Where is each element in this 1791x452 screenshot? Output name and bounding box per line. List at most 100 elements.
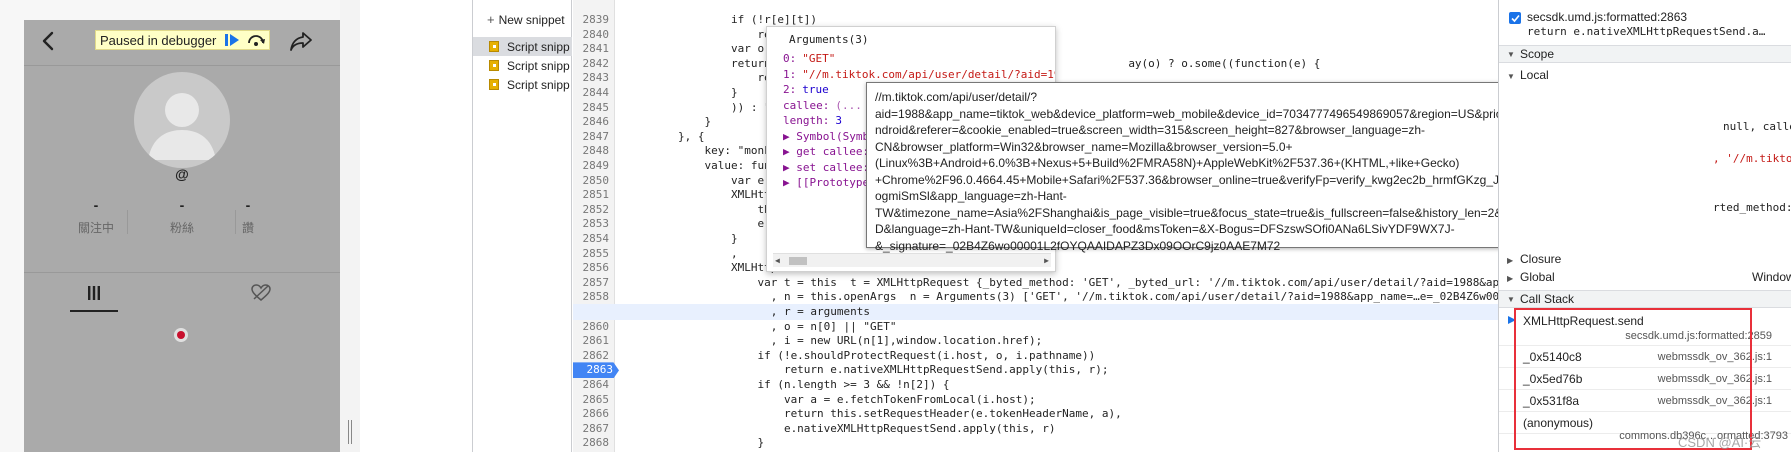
line-number[interactable]: 2860: [573, 319, 615, 335]
line-number[interactable]: 2841: [573, 41, 615, 57]
line-number[interactable]: 2868: [573, 435, 615, 451]
code-line[interactable]: var e =: [625, 173, 777, 189]
code-line[interactable]: e.n: [625, 216, 777, 232]
resume-icon[interactable]: [221, 31, 243, 49]
resize-handle[interactable]: [348, 420, 352, 444]
code-line[interactable]: , o = n[0] || "GET": [625, 319, 897, 335]
code-line[interactable]: , n = this.openArgs n = Arguments(3) ['G…: [625, 289, 1498, 305]
code-line[interactable]: , r = arguments: [573, 304, 1498, 320]
line-number[interactable]: 2847: [573, 129, 615, 145]
code-line[interactable]: }: [625, 85, 738, 101]
code-line[interactable]: var a = e.fetchTokenFromLocal(i.host);: [625, 392, 1036, 408]
line-number[interactable]: 2848: [573, 143, 615, 159]
callstack-frame[interactable]: (anonymous) commons.db396c…ormatted:3793: [1499, 412, 1791, 442]
code-line[interactable]: }: [625, 231, 738, 247]
callstack-frame[interactable]: XMLHttpRequest.send secsdk.umd.js:formatt…: [1499, 310, 1791, 346]
line-number[interactable]: 2843: [573, 70, 615, 86]
line-number[interactable]: 2853: [573, 216, 615, 232]
closure-scope-row[interactable]: ▶ Closure: [1507, 252, 1561, 266]
code-line[interactable]: e.nativeXMLHttpRequestSend.apply(this, r…: [625, 421, 1056, 437]
line-number[interactable]: 2854: [573, 231, 615, 247]
line-number[interactable]: 2849: [573, 158, 615, 174]
line-number[interactable]: 2852: [573, 202, 615, 218]
code-line[interactable]: ret: [625, 70, 777, 86]
videos-grid-tab-icon[interactable]: [70, 276, 118, 310]
code-line[interactable]: ,: [625, 246, 738, 262]
code-line[interactable]: }: [625, 114, 711, 130]
frame-location[interactable]: webmssdk_ov_362.js:1: [1658, 395, 1772, 407]
argument-entry[interactable]: length: 3: [783, 113, 842, 128]
code-line[interactable]: if (!e.shouldProtectRequest(i.host, o, i…: [625, 348, 1095, 364]
line-number[interactable]: 2851: [573, 187, 615, 203]
argument-entry[interactable]: ▶ [[Prototype]: [783, 175, 876, 190]
snippet-item[interactable]: Script snipp: [473, 75, 572, 94]
code-line[interactable]: return this.setRequestHeader(e.tokenHead…: [625, 406, 1122, 422]
new-snippet-button[interactable]: + New snippet: [487, 12, 565, 27]
argument-entry[interactable]: 2: true: [783, 82, 829, 97]
back-arrow-icon[interactable]: [36, 28, 62, 54]
stat-followers[interactable]: - 粉絲: [146, 197, 218, 236]
code-line[interactable]: return e.nativeXMLHttpRequestSend.apply(…: [625, 362, 1109, 378]
argument-entry[interactable]: callee: (...: [783, 98, 862, 113]
line-number[interactable]: 2850: [573, 173, 615, 189]
line-number[interactable]: 2844: [573, 85, 615, 101]
scroll-thumb[interactable]: [789, 257, 807, 265]
code-line[interactable]: key: "monke: [625, 143, 777, 159]
share-icon[interactable]: [286, 28, 316, 54]
line-number[interactable]: 2857: [573, 275, 615, 291]
snippet-item[interactable]: Script snipp: [473, 37, 572, 56]
breakpoint-line-number[interactable]: 2863: [573, 362, 619, 379]
frame-location[interactable]: webmssdk_ov_362.js:1: [1658, 373, 1772, 385]
breakpoint-checkbox[interactable]: [1509, 12, 1521, 24]
local-scope-row[interactable]: ▼ Local: [1507, 68, 1549, 82]
code-line[interactable]: thi: [625, 202, 777, 218]
line-number[interactable]: 2867: [573, 421, 615, 437]
line-number[interactable]: 2855: [573, 246, 615, 262]
line-number[interactable]: 2861: [573, 333, 615, 349]
line-number[interactable]: 2858: [573, 289, 615, 305]
code-line[interactable]: ret: [625, 27, 777, 43]
line-number[interactable]: 2862: [573, 348, 615, 364]
line-number[interactable]: 2845: [573, 100, 615, 116]
stat-likes[interactable]: - 讚: [212, 197, 284, 236]
callstack-frame[interactable]: _0x531f8a webmssdk_ov_362.js:1: [1499, 390, 1791, 412]
line-number[interactable]: 2865: [573, 392, 615, 408]
argument-entry[interactable]: ▶ set callee:: [783, 160, 869, 175]
line-number[interactable]: 2856: [573, 260, 615, 276]
code-line[interactable]: var o =: [625, 41, 777, 57]
code-line[interactable]: }, {: [625, 129, 705, 145]
line-number[interactable]: 2866: [573, 406, 615, 422]
line-number[interactable]: 2839: [573, 12, 615, 28]
callstack-section-header[interactable]: ▼ Call Stack: [1499, 290, 1791, 308]
callstack-frame[interactable]: _0x5140c8 webmssdk_ov_362.js:1: [1499, 346, 1791, 368]
code-line[interactable]: value: func: [625, 158, 777, 174]
code-line[interactable]: , i = new URL(n[1],window.location.href)…: [625, 333, 1043, 349]
argument-entry[interactable]: 1: "//m.tiktok.com/api/user/detail/?aid=1…: [783, 67, 1055, 82]
scroll-right-icon[interactable]: ▶: [1044, 256, 1049, 265]
snippet-item[interactable]: Script snipp: [473, 56, 572, 75]
breakpoint-location[interactable]: secsdk.umd.js:formatted:2863: [1527, 10, 1687, 24]
code-line[interactable]: var t = this t = XMLHttpRequest {_byted_…: [625, 275, 1498, 291]
argument-entry[interactable]: ▶ Symbol(Symbo: [783, 129, 876, 144]
code-line[interactable]: )) : ": [625, 100, 771, 116]
liked-videos-tab-icon[interactable]: [246, 278, 276, 308]
line-number-gutter[interactable]: 2839 2840 2841 2842 2843 2844 2845 2846 2847 2848…: [573, 0, 619, 452]
line-number[interactable]: 2846: [573, 114, 615, 130]
argument-entry[interactable]: 0: "GET": [783, 51, 835, 66]
code-line[interactable]: }: [625, 435, 764, 451]
argument-entry[interactable]: ▶ get callee:: [783, 144, 869, 159]
scroll-left-icon[interactable]: ◀: [775, 256, 780, 265]
scope-section-header[interactable]: ▼ Scope: [1499, 45, 1791, 63]
line-number[interactable]: 2864: [573, 377, 615, 393]
line-number[interactable]: 2840: [573, 27, 615, 43]
frame-location[interactable]: webmssdk_ov_362.js:1: [1658, 351, 1772, 363]
callstack-frame[interactable]: _0x5ed76b webmssdk_ov_362.js:1: [1499, 368, 1791, 390]
code-line[interactable]: if (n.length >= 3 && !n[2]) {: [625, 377, 949, 393]
horizontal-scrollbar[interactable]: ◀ ▶: [773, 253, 1051, 267]
global-scope-row[interactable]: ▶ Global: [1507, 270, 1555, 284]
code-line[interactable]: XMLHttp: [625, 260, 777, 276]
code-line[interactable]: XMLHtt: [625, 187, 771, 203]
line-number[interactable]: 2842: [573, 56, 615, 72]
stat-following[interactable]: - 關注中: [60, 197, 132, 236]
step-over-icon[interactable]: [243, 31, 269, 49]
